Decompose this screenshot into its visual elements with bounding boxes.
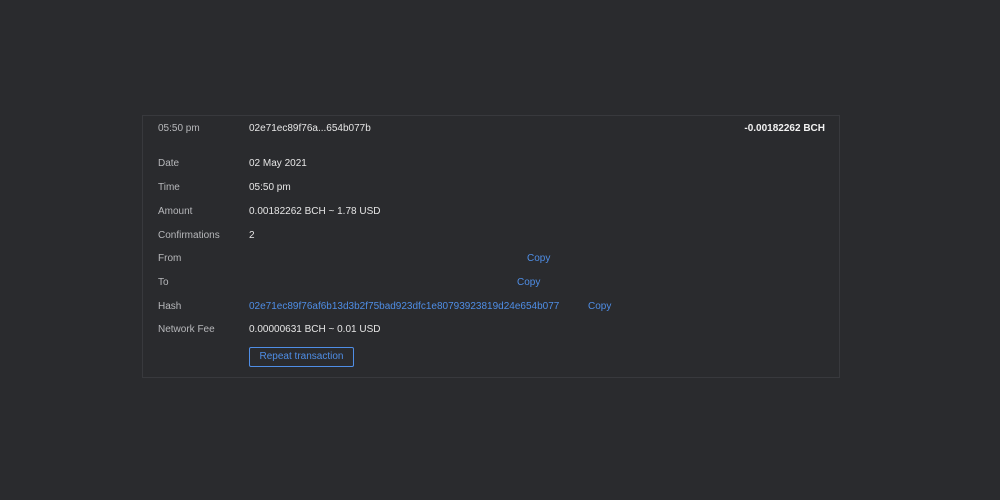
- repeat-transaction-button[interactable]: Repeat transaction: [249, 347, 354, 367]
- from-label: From: [158, 253, 182, 264]
- time-label: Time: [158, 182, 180, 193]
- hash-copy-button[interactable]: Copy: [588, 301, 611, 312]
- hash-label: Hash: [158, 301, 182, 312]
- confirmations-label: Confirmations: [158, 230, 220, 241]
- date-value: 02 May 2021: [249, 158, 307, 169]
- network-fee-label: Network Fee: [158, 324, 215, 335]
- network-fee-value: 0.00000631 BCH ~ 0.01 USD: [249, 324, 381, 335]
- transaction-time: 05:50 pm: [158, 123, 200, 134]
- transaction-amount: -0.00182262 BCH: [744, 123, 825, 134]
- time-value: 05:50 pm: [249, 182, 291, 193]
- detail-row-from: From Copy: [143, 253, 839, 267]
- detail-row-date: Date 02 May 2021: [143, 158, 839, 172]
- date-label: Date: [158, 158, 180, 169]
- detail-row-to: To Copy: [143, 277, 839, 291]
- amount-value: 0.00182262 BCH ~ 1.78 USD: [249, 206, 381, 217]
- transaction-card: 05:50 pm 02e71ec89f76a...654b077b -0.001…: [142, 115, 840, 378]
- detail-row-hash: Hash 02e71ec89f76af6b13d3b2f75bad923dfc1…: [143, 301, 839, 315]
- confirmations-value: 2: [249, 230, 255, 241]
- to-copy-button[interactable]: Copy: [517, 277, 540, 288]
- to-label: To: [158, 277, 169, 288]
- transaction-hash-short[interactable]: 02e71ec89f76a...654b077b: [249, 123, 371, 134]
- detail-row-time: Time 05:50 pm: [143, 182, 839, 196]
- detail-row-amount: Amount 0.00182262 BCH ~ 1.78 USD: [143, 206, 839, 220]
- hash-link[interactable]: 02e71ec89f76af6b13d3b2f75bad923dfc1e8079…: [249, 301, 559, 312]
- amount-label: Amount: [158, 206, 193, 217]
- detail-row-confirmations: Confirmations 2: [143, 230, 839, 244]
- detail-row-network-fee: Network Fee 0.00000631 BCH ~ 0.01 USD: [143, 324, 839, 338]
- from-copy-button[interactable]: Copy: [527, 253, 550, 264]
